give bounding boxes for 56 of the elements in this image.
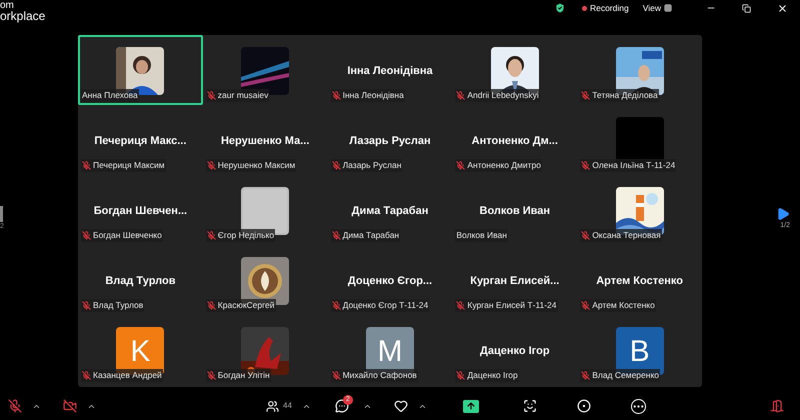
people-icon [266,400,279,412]
participant-name: Анна Плехова [82,89,138,102]
arrow-up-icon [466,401,476,411]
participant-name: Богдан Улітін [218,369,270,382]
participant-display-name: Нерушенко Ма... [220,134,310,149]
next-page-arrow[interactable] [776,206,790,221]
participant-display-name: Курган Елисей... [470,274,560,289]
participant-display-name: Печериця Макс... [94,134,186,149]
video-off-icon[interactable] [63,399,77,413]
participants-button[interactable]: 44 [266,400,292,412]
participant-name: Дима Тарабан [342,229,400,242]
participant-name: Богдан Шевченко [93,229,162,242]
participant-name: zaur musaiev [218,89,268,102]
grid-icon [664,4,672,12]
record-icon[interactable] [576,399,591,413]
more-icon[interactable] [630,398,646,414]
app-title: om [0,1,15,11]
participant-name: Даценко Ігор [467,369,518,382]
leave-icon[interactable] [770,399,784,413]
close-icon[interactable] [777,2,788,14]
participant-display-name: Лазарь Руслан [349,134,431,149]
participant-display-name: Інна Леонідівна [347,64,433,79]
participant-display-name: Дима Тарабан [352,204,428,219]
heart-icon[interactable] [394,399,408,413]
participant-name: Andrii Lebedynskyi [467,89,539,102]
participant-name: Влад Турлов [93,299,144,312]
participant-name: Олена Ільїна Т-11-24 [592,159,676,172]
view-button[interactable]: View [642,2,672,15]
participant-display-name: Богдан Шевчен... [94,204,188,219]
participant-name: Лазарь Руслан [342,159,402,172]
participant-display-name: Артем Костенко [596,274,683,289]
participant-display-name: Доценко Єгор... [348,274,432,289]
participant-display-name: Волков Иван [480,204,550,219]
recording-indicator[interactable]: Recording [582,2,629,15]
participant-name: Єгор Неділько [218,229,274,242]
participant-name: Антоненко Дмитро [467,159,541,172]
participant-name: Оксана Терновая [592,229,661,242]
participant-display-name: Даценко Ігор [480,344,550,359]
chat-icon[interactable] [334,399,349,413]
participant-display-name: Антоненко Дм... [472,134,558,149]
participant-display-name: Влад Турлов [105,274,176,289]
mute-icon[interactable] [8,399,22,413]
participant-name: Артем Костенко [592,299,655,312]
restore-icon[interactable] [742,4,751,13]
participant-name: Волков Иван [456,229,507,242]
participant-name: Михайло Сафонов [342,369,417,382]
participant-name: Інна Леонідівна [342,89,404,102]
participant-name: Печериця Максим [93,159,165,172]
participant-name: Курган Елисей Т-11-24 [467,299,557,312]
participant-name: Нерушенко Максим [218,159,296,172]
participant-name: КрасюкСергей [218,299,275,312]
app-title: orkplace [0,11,46,21]
shield-icon[interactable] [554,2,566,14]
share-screen-button[interactable] [462,400,479,412]
participant-name: Тетяна Дедiлова [592,89,658,102]
participant-name: Доценко Єгор Т-11-24 [342,299,428,312]
